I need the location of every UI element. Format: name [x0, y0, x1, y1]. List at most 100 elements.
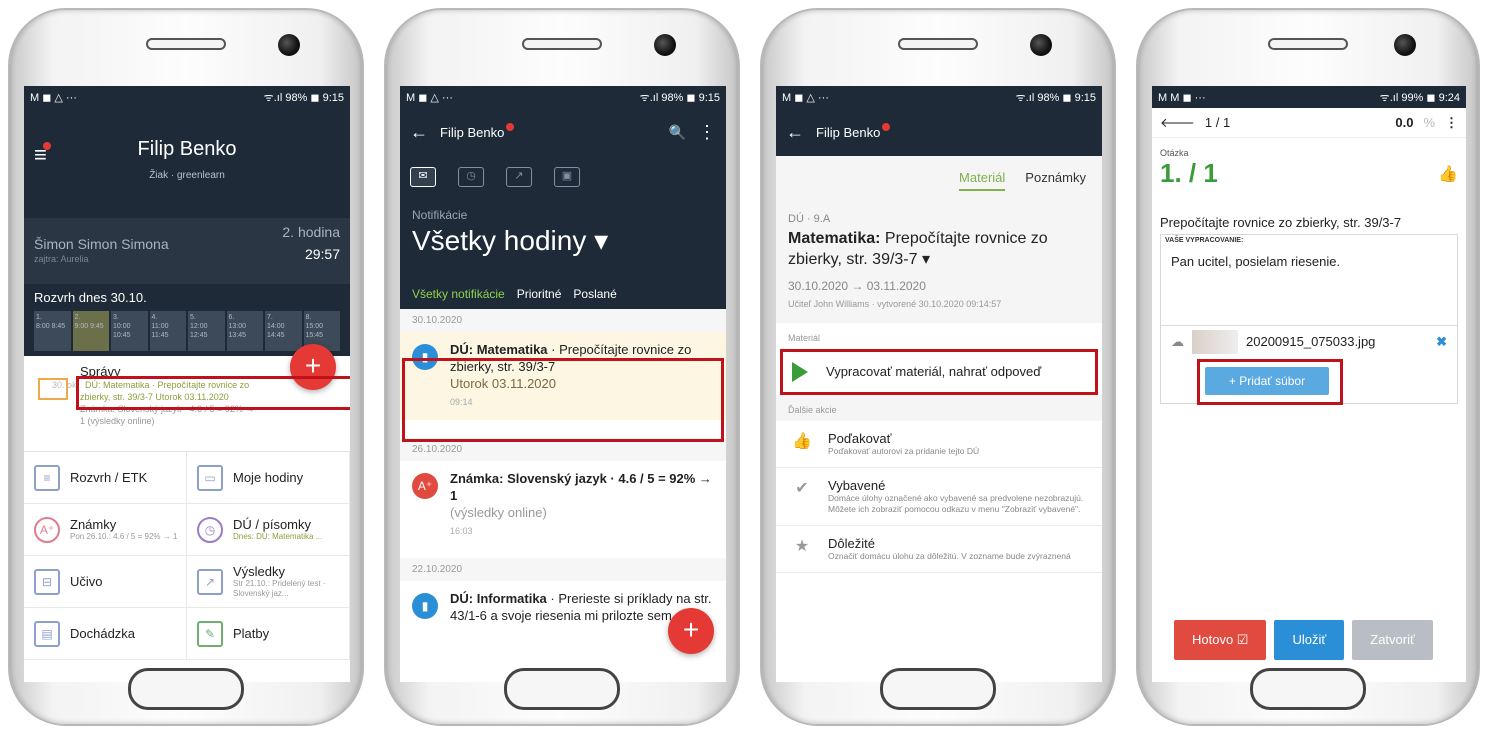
schedule-cell[interactable]: 3. 10:00 10:45 — [111, 311, 148, 351]
home-button[interactable] — [880, 668, 996, 710]
grade-icon: A⁺ — [34, 516, 60, 543]
action-important[interactable]: ★ Dôležité Označiť domácu úlohu za dôleži… — [776, 526, 1102, 573]
tile-du-pisomky[interactable]: ◷ DÚ / písomky Dnes: DÚ: Matematika ... — [187, 504, 350, 556]
tile-dochadzka[interactable]: ▤ Dochádzka — [24, 608, 187, 660]
tab-sent[interactable]: Poslané — [573, 287, 616, 301]
current-lesson[interactable]: Šimon Simon Simona zajtra: Aurelia 2. ho… — [24, 218, 350, 284]
app-header: ≡ Filip Benko Žiak · greenlearn — [24, 108, 350, 218]
schedule-title: Rozvrh dnes 30.10. — [34, 290, 147, 305]
submit-material-action[interactable]: Vypracovať materiál, nahrať odpoveď — [776, 348, 1102, 395]
camera — [654, 34, 676, 56]
add-fab-button[interactable]: + — [668, 608, 714, 654]
chart-icon[interactable]: ↗ — [506, 167, 532, 187]
tile-vysledky[interactable]: ↗ Výsledky Str 21.10.: Pridelený test · Sl… — [187, 556, 350, 608]
camera — [278, 34, 300, 56]
tile-rozvrh[interactable]: ≡ Rozvrh / ETK — [24, 452, 187, 504]
question-number: 1. / 1 — [1160, 158, 1218, 188]
schedule-cell[interactable]: 7. 14:00 14:45 — [265, 311, 302, 351]
speaker — [146, 38, 226, 50]
tile-label: Platby — [233, 626, 270, 641]
question-label: Otázka — [1160, 148, 1189, 158]
home-button[interactable] — [1250, 668, 1366, 710]
messages-card[interactable]: Správy 30. okt DÚ: Matematika · Prepočíta… — [24, 356, 350, 452]
camera — [1030, 34, 1052, 56]
clock-icon[interactable]: ◷ — [458, 167, 484, 187]
thumbs-up-icon[interactable]: 👍 — [1438, 164, 1458, 184]
question-number-row: 1. / 1 👍 — [1152, 158, 1466, 189]
cell-num: 8. — [305, 314, 312, 321]
speaker — [522, 38, 602, 50]
row-sub: Poďakovať autorovi za pridanie tejto DÚ — [828, 445, 980, 456]
row-title: Vybavené — [828, 477, 886, 493]
search-icon[interactable]: 🔍 — [669, 124, 686, 141]
detail-tabs: Materiál Poznámky — [776, 156, 1102, 199]
back-arrow-icon[interactable]: ← — [786, 122, 804, 143]
tile-sub: Dnes: DÚ: Matematika ... — [233, 532, 323, 542]
envelope-icon[interactable]: ✉ — [410, 167, 436, 187]
notif-grey: (výsledky online) — [450, 505, 547, 521]
tile-sub: Pon 26.10.: 4.6 / 5 = 92% → 1 — [70, 532, 178, 542]
phone-frame-3: M ◼ △ ··· ᯤ.ıl 98% ◼ 9:15 ← Filip Benko … — [760, 8, 1116, 726]
home-button[interactable] — [128, 668, 244, 710]
done-button[interactable]: Hotovo ☑ — [1174, 620, 1267, 660]
schedule-cell[interactable]: 5. 12:00 12:45 — [188, 311, 225, 351]
schedule-cell-active[interactable]: 2. 9:00 9:45 — [72, 311, 109, 351]
schedule-grid: 1. 8:00 8:45 2. 9:00 9:45 3. 10:00 10:45 4.… — [34, 311, 340, 351]
notification-item[interactable]: A⁺ Známka: Slovenský jazyk · 4.6 / 5 = 9… — [400, 461, 726, 549]
answer-label: VAŠE VYPRACOVANIE: — [1165, 237, 1244, 244]
tab-all[interactable]: Všetky notifikácie — [412, 287, 505, 301]
attendance-icon: ▤ — [34, 620, 60, 647]
bottom-buttons: Hotovo ☑ Uložiť Zatvoriť — [1174, 620, 1433, 660]
thumbs-up-icon: 👍 — [792, 432, 812, 450]
lesson-next: zajtra: Aurelia — [34, 254, 89, 264]
row-title: Poďakovať — [828, 430, 892, 446]
tile-label: Moje hodiny — [233, 470, 304, 485]
briefcase-icon[interactable]: ▣ — [554, 167, 580, 187]
tab-notes[interactable]: Poznámky — [1025, 170, 1086, 191]
tile-ucivo[interactable]: ⊟ Učivo — [24, 556, 187, 608]
speaker — [898, 38, 978, 50]
section-label: Notifikácie — [412, 208, 468, 222]
section-material: Materiál — [788, 332, 821, 343]
schedule-today[interactable]: Rozvrh dnes 30.10. 1. 8:00 8:45 2. 9:00 9:… — [24, 284, 350, 356]
home-button[interactable] — [504, 668, 620, 710]
tab-priority[interactable]: Prioritné — [517, 287, 562, 301]
speaker — [1268, 38, 1348, 50]
status-right: ᯤ.ıl 99% ◼ 9:24 — [1379, 91, 1460, 104]
back-arrow-icon[interactable]: 🡐 — [1160, 115, 1195, 131]
schedule-cell[interactable]: 1. 8:00 8:45 — [34, 311, 71, 351]
tile-moje-hodiny[interactable]: ▭ Moje hodiny — [187, 452, 350, 504]
schedule-icon: ≡ — [34, 464, 60, 491]
tile-platby[interactable]: ✎ Platby — [187, 608, 350, 660]
top-bar: ← Filip Benko 🔍 ⋮ — [400, 108, 726, 156]
back-arrow-icon[interactable]: ← — [410, 122, 428, 143]
cell-num: 2. — [74, 314, 81, 321]
notif-tabs: Všetky notifikácie Prioritné Poslané — [400, 257, 726, 309]
homework-tag: DÚ · 9.A — [788, 213, 831, 225]
save-button[interactable]: Uložiť — [1274, 620, 1345, 660]
cell-time: 13:00 13:45 — [228, 323, 247, 340]
cell-num: 6. — [228, 314, 235, 321]
hours-dropdown[interactable]: Všetky hodiny ▾ — [400, 222, 726, 257]
more-icon[interactable]: ⋮ — [698, 122, 716, 143]
answer-box[interactable]: VAŠE VYPRACOVANIE: Pan ucitel, posielam … — [1160, 234, 1458, 405]
check-icon: ✔ — [795, 479, 809, 497]
more-icon[interactable]: ⋮ — [1445, 115, 1458, 131]
highlight-box — [76, 376, 350, 410]
schedule-cell[interactable]: 4. 11:00 11:45 — [149, 311, 186, 351]
answer-text[interactable]: Pan ucitel, posielam riesenie. — [1161, 246, 1457, 277]
tile-znamky[interactable]: A⁺ Známky Pon 26.10.: 4.6 / 5 = 92% → 1 — [24, 504, 187, 556]
phone-frame-1: M ◼ △ ··· ᯤ.ıl 98% ◼ 9:15 ≡ Filip Benko … — [8, 8, 364, 726]
screen-homework-detail: M ◼ △ ··· ᯤ.ıl 98% ◼ 9:15 ← Filip Benko … — [776, 86, 1102, 682]
schedule-cell[interactable]: 6. 13:00 13:45 — [226, 311, 263, 351]
homework-icon: ▮ — [412, 592, 438, 619]
action-done[interactable]: ✔ Vybavené Domáce úlohy označené ako vyba… — [776, 468, 1102, 526]
homework-title[interactable]: Matematika: Prepočítajte rovnice zo zbie… — [788, 229, 1090, 271]
remove-icon[interactable]: ✖ — [1436, 334, 1447, 350]
highlight-box — [402, 358, 724, 442]
tab-material[interactable]: Materiál — [959, 170, 1006, 191]
close-button[interactable]: Zatvoriť — [1352, 620, 1433, 660]
action-thank[interactable]: 👍 Poďakovať Poďakovať autorovi za pridani… — [776, 421, 1102, 468]
status-bar: M ◼ △ ··· ᯤ.ıl 98% ◼ 9:15 — [776, 86, 1102, 108]
row-title: Dôležité — [828, 535, 875, 551]
